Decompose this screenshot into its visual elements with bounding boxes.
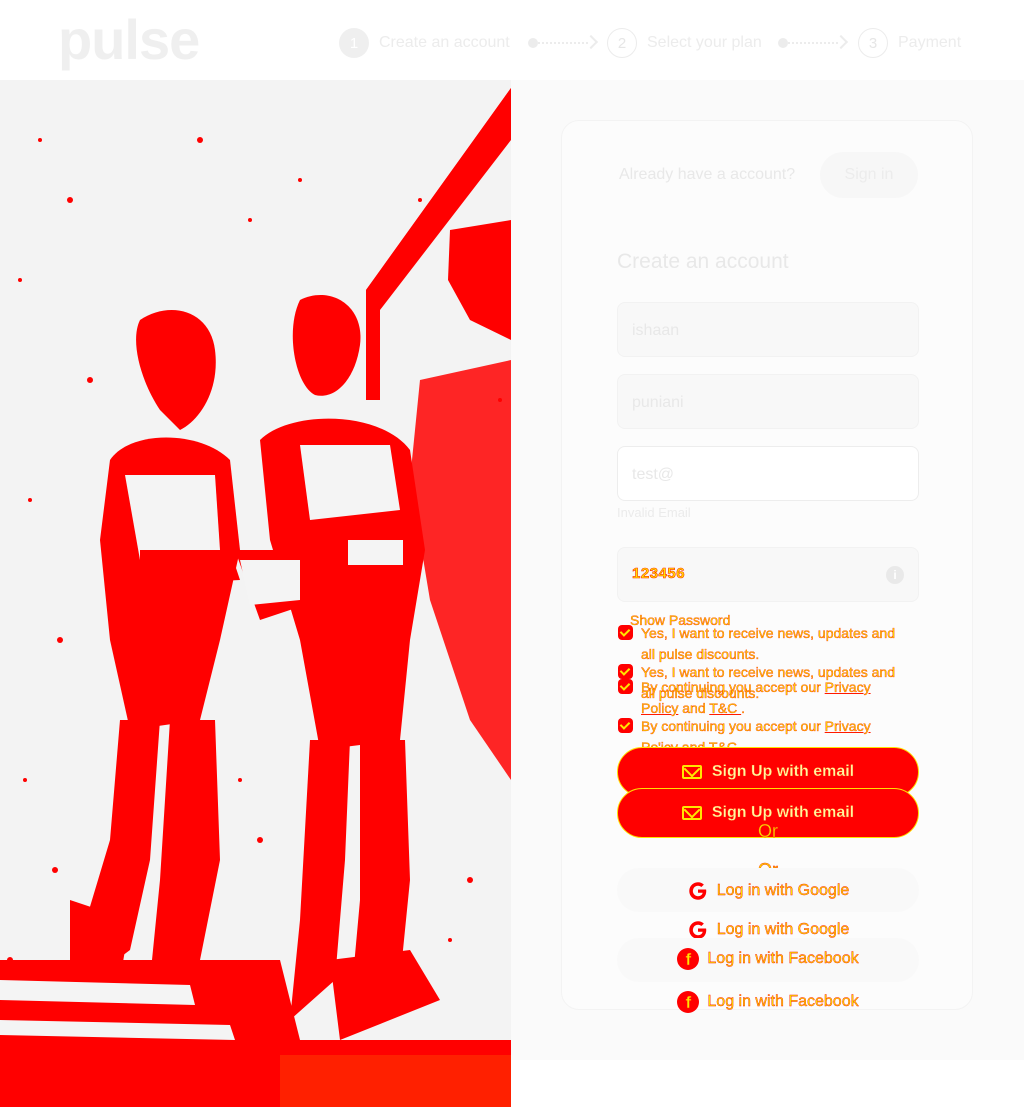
facebook-login-button-duplicate[interactable]: f Log in with Facebook — [617, 991, 919, 1013]
step-2-label: Select your plan — [647, 34, 762, 51]
terms-suffix: . — [741, 700, 746, 716]
google-login-label: Log in with Google — [716, 921, 850, 938]
already-have-account-text: Already have a account? — [619, 166, 796, 183]
step-connector-arrow-icon — [528, 34, 599, 50]
hero-illustration — [0, 80, 511, 1107]
step-3-label: Payment — [898, 34, 962, 51]
form-title: Create an account — [617, 250, 789, 273]
last-name-input[interactable] — [630, 375, 894, 430]
step-3-number: 3 — [858, 28, 888, 58]
google-login-button[interactable]: Log in with Google — [617, 880, 919, 902]
news-text-line1: Yes, I want to receive news, updates and — [641, 625, 895, 641]
password-value[interactable]: 123456 — [632, 565, 685, 583]
email-field[interactable] — [617, 446, 919, 502]
terms-prefix: By continuing you accept our — [641, 679, 825, 695]
google-login-label: Log in with Google — [716, 882, 850, 899]
privacy-link[interactable]: Privacy — [824, 679, 870, 695]
signup-email-label: Sign Up with email — [711, 804, 855, 821]
first-name-field[interactable] — [617, 302, 919, 358]
terms-prefix: By continuing you accept our — [641, 718, 825, 734]
top-header: pulse 1 Create an account 2 Select your … — [0, 0, 1024, 80]
last-name-field[interactable] — [617, 374, 919, 430]
info-icon[interactable]: i — [886, 566, 904, 584]
step-2-number: 2 — [607, 28, 637, 58]
email-error-text: Invalid Email — [617, 505, 691, 520]
news-checkbox-duplicate[interactable] — [618, 664, 633, 679]
terms-checkbox-duplicate[interactable] — [618, 718, 633, 733]
first-name-input[interactable] — [630, 303, 894, 358]
pulse-logo[interactable]: pulse — [58, 8, 200, 72]
step-payment: 3 Payment — [858, 28, 961, 58]
news-checkbox[interactable] — [618, 625, 633, 640]
step-select-plan: 2 Select your plan — [607, 28, 762, 58]
password-field[interactable]: 123456 i — [617, 547, 919, 602]
or-divider: Or — [758, 821, 778, 841]
step-1-number: 1 — [339, 28, 369, 58]
mail-icon — [681, 765, 702, 779]
google-icon — [689, 882, 706, 900]
privacy-link[interactable]: Privacy — [824, 718, 870, 734]
facebook-login-button[interactable]: f Log in with Facebook — [617, 948, 919, 970]
email-input[interactable] — [630, 447, 894, 502]
hero-photo — [0, 80, 511, 1107]
step-create-account: 1 Create an account — [339, 28, 510, 58]
terms-text-line1-duplicate: By continuing you accept our Privacy — [641, 716, 871, 737]
facebook-login-label: Log in with Facebook — [707, 993, 859, 1010]
terms-checkbox[interactable] — [618, 679, 633, 694]
terms-text-line1: By continuing you accept our Privacy — [641, 677, 871, 698]
signup-email-label: Sign Up with email — [711, 763, 855, 780]
step-1-label: Create an account — [379, 34, 510, 51]
sign-in-button[interactable]: Sign in — [820, 152, 918, 198]
mail-icon — [681, 806, 702, 820]
policy-link[interactable]: Policy — [641, 700, 679, 716]
facebook-icon: f — [677, 991, 700, 1013]
terms-and: and — [678, 700, 710, 716]
facebook-login-label: Log in with Facebook — [707, 950, 859, 967]
step-connector-arrow-icon — [778, 34, 849, 50]
tc-link[interactable]: T&C — [709, 700, 741, 716]
facebook-icon: f — [677, 948, 700, 970]
